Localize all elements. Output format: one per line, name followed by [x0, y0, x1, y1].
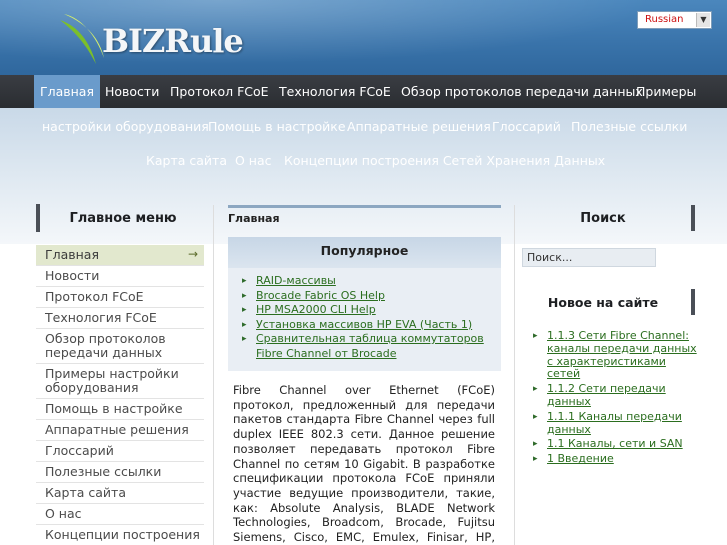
language-select[interactable]: Russian ▼ — [637, 11, 712, 29]
nav-item-help[interactable]: Помощь в настройке — [208, 119, 346, 134]
list-item: Установка массивов HP EVA (Часть 1) — [240, 318, 501, 333]
arrow-right-icon: → — [187, 247, 198, 261]
list-item: 1.1.2 Сети передачи данных — [527, 382, 697, 409]
nav-item-san-concepts[interactable]: Концепции построения Сетей Хранения Данн… — [284, 153, 605, 168]
nav-item-about[interactable]: О нас — [235, 153, 272, 168]
menu-item-news[interactable]: Новости — [36, 266, 204, 287]
new-link-1-1-3[interactable]: 1.1.3 Сети Fibre Channel: каналы передач… — [547, 329, 697, 380]
popular-box: Популярное RAID-массивы Brocade Fabric O… — [228, 237, 501, 371]
menu-item-label: Главная — [45, 247, 99, 262]
nav-item-sitemap[interactable]: Карта сайта — [146, 153, 227, 168]
list-item: 1.1.3 Сети Fibre Channel: каналы передач… — [527, 329, 697, 381]
menu-item-fcoe-protocol[interactable]: Протокол FCoE — [36, 287, 204, 308]
nav-item-fcoe-protocol[interactable]: Протокол FCoE — [170, 75, 269, 108]
nav-item-glossary[interactable]: Глоссарий — [492, 119, 561, 134]
new-on-site-list: 1.1.3 Сети Fibre Channel: каналы передач… — [527, 329, 697, 468]
site-logo[interactable]: BIZRule — [60, 8, 250, 68]
search-input[interactable] — [522, 248, 656, 267]
popular-title: Популярное — [228, 237, 501, 268]
list-item: Сравнительная таблица коммутаторов Fibre… — [240, 332, 501, 361]
menu-item-about[interactable]: О нас — [36, 504, 204, 525]
right-sidebar: Поиск Новое на сайте 1.1.3 Сети Fibre Ch… — [514, 205, 727, 545]
new-on-site-title: Новое на сайте — [515, 289, 695, 315]
nav-item-home[interactable]: Главная — [34, 75, 100, 108]
main-content: Главная Популярное RAID-массивы Brocade … — [213, 205, 513, 545]
main-menu: Главная → Новости Протокол FCoE Технолог… — [36, 245, 204, 545]
main-menu-title: Главное меню — [36, 204, 206, 232]
popular-list: RAID-массивы Brocade Fabric OS Help HP M… — [228, 268, 501, 371]
new-link-1-1[interactable]: 1.1 Каналы, сети и SAN — [547, 437, 683, 450]
menu-item-equipment-examples[interactable]: Примеры настройки оборудования — [36, 364, 204, 399]
new-link-1-1-2[interactable]: 1.1.2 Сети передачи данных — [547, 382, 666, 408]
article-text: Fibre Channel over Ethernet (FCoE) прото… — [233, 383, 495, 545]
nav-item-equipment-setup[interactable]: настройки оборудования — [42, 119, 209, 134]
popular-link-hp-msa[interactable]: HP MSA2000 CLI Help — [256, 303, 376, 316]
nav-item-fcoe-tech[interactable]: Технология FCoE — [279, 75, 391, 108]
chevron-down-icon[interactable]: ▼ — [696, 13, 710, 27]
menu-item-sitemap[interactable]: Карта сайта — [36, 483, 204, 504]
main-nav: Главная Новости Протокол FCoE Технология… — [0, 75, 727, 108]
left-sidebar: Главное меню — [36, 204, 206, 232]
nav-item-links[interactable]: Полезные ссылки — [571, 119, 687, 134]
list-item: HP MSA2000 CLI Help — [240, 303, 501, 318]
nav-item-hardware[interactable]: Аппаратные решения — [347, 119, 491, 134]
list-item: RAID-массивы — [240, 274, 501, 289]
menu-item-links[interactable]: Полезные ссылки — [36, 462, 204, 483]
popular-link-brocade-fos[interactable]: Brocade Fabric OS Help — [256, 289, 385, 302]
popular-link-brocade-table[interactable]: Сравнительная таблица коммутаторов Fibre… — [256, 332, 484, 360]
list-item: 1.1.1 Каналы передачи данных — [527, 410, 697, 437]
menu-item-glossary[interactable]: Глоссарий — [36, 441, 204, 462]
menu-item-protocols-overview[interactable]: Обзор протоколов передачи данных — [36, 329, 204, 364]
logo-text: BIZRule — [102, 22, 244, 60]
nav-item-protocols-overview[interactable]: Обзор протоколов передачи данных — [401, 75, 643, 108]
popular-link-hp-eva[interactable]: Установка массивов HP EVA (Часть 1) — [256, 318, 472, 331]
nav-item-examples[interactable]: Примеры — [636, 75, 696, 108]
new-link-1-1-1[interactable]: 1.1.1 Каналы передачи данных — [547, 410, 682, 436]
nav-item-news[interactable]: Новости — [105, 75, 159, 108]
menu-item-fcoe-tech[interactable]: Технология FCoE — [36, 308, 204, 329]
list-item: 1.1 Каналы, сети и SAN — [527, 437, 697, 451]
search-title: Поиск — [515, 205, 695, 231]
language-value: Russian — [645, 14, 684, 25]
new-link-1[interactable]: 1 Введение — [547, 452, 614, 465]
breadcrumb: Главная — [228, 205, 501, 225]
list-item: Brocade Fabric OS Help — [240, 289, 501, 304]
menu-item-san-concepts[interactable]: Концепции построения — [36, 525, 204, 545]
list-item: 1 Введение — [527, 452, 697, 466]
menu-item-help[interactable]: Помощь в настройке — [36, 399, 204, 420]
popular-link-raid[interactable]: RAID-массивы — [256, 274, 336, 287]
menu-item-home[interactable]: Главная → — [36, 245, 204, 266]
menu-item-hardware[interactable]: Аппаратные решения — [36, 420, 204, 441]
